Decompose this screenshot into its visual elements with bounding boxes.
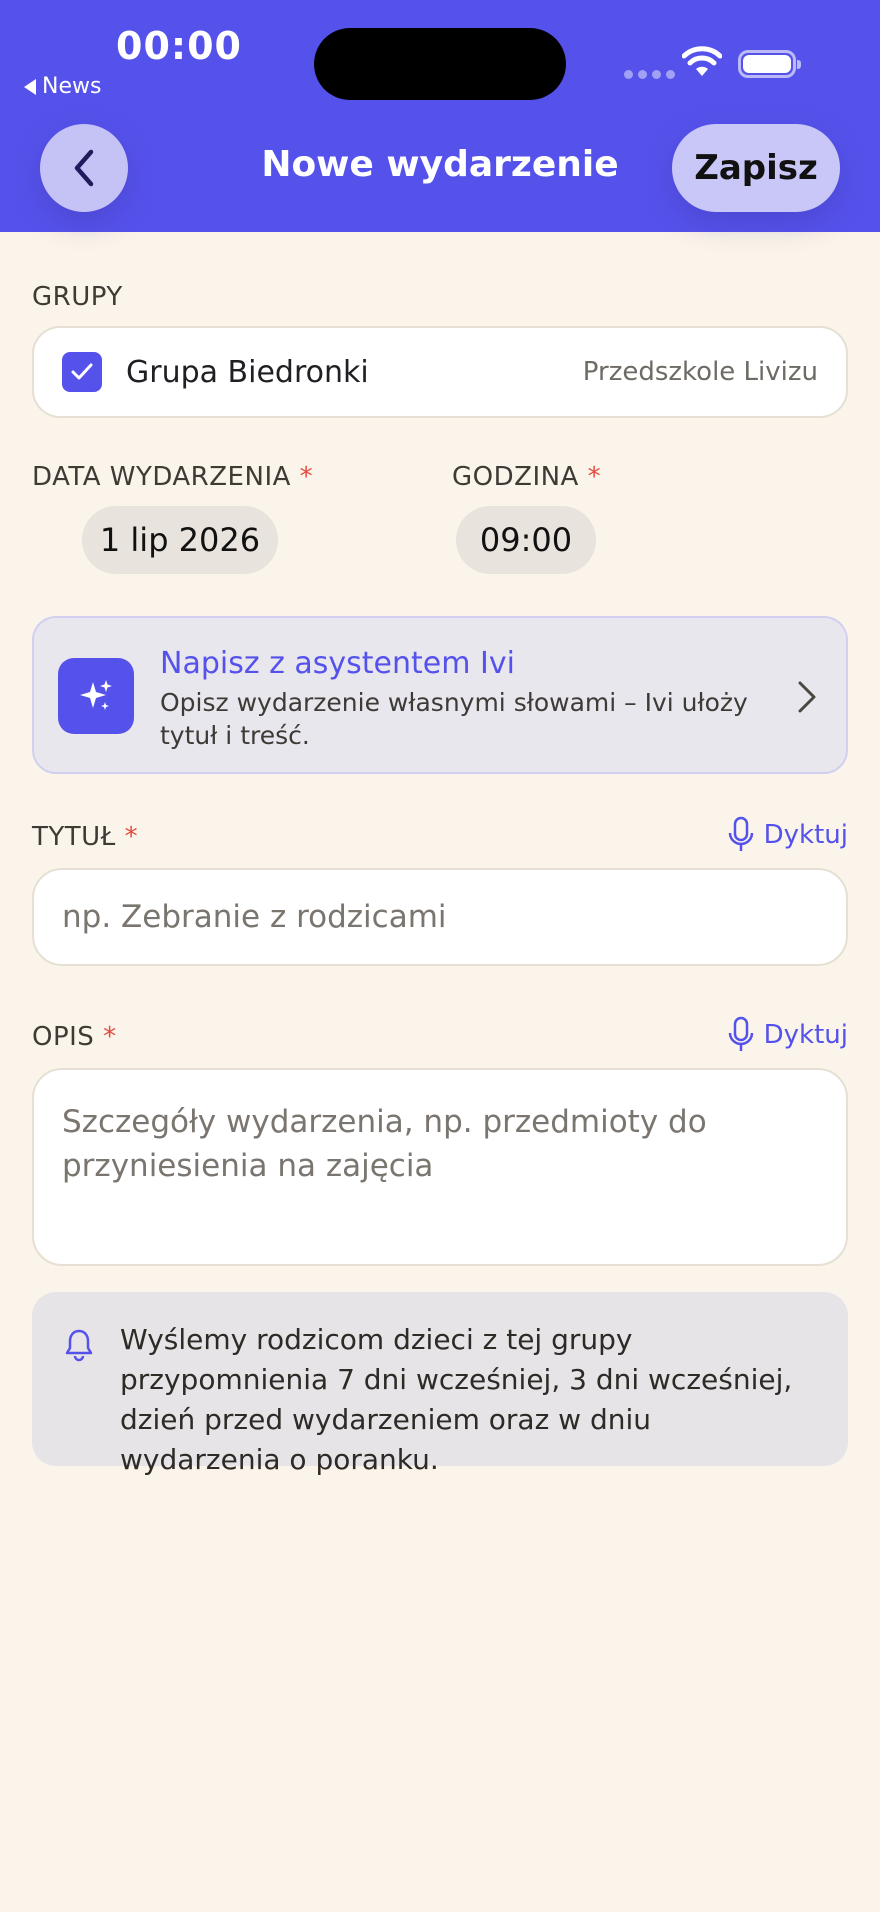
assistant-card[interactable]: Napisz z asystentem Ivi Opisz wydarzenie… (32, 616, 848, 774)
dictate-label: Dyktuj (763, 1020, 848, 1050)
assistant-title: Napisz z asystentem Ivi (160, 646, 515, 681)
required-marker: * (103, 1022, 117, 1052)
required-marker: * (587, 462, 602, 492)
reminder-info-card: Wyślemy rodzicom dzieci z tej grupy przy… (32, 1292, 848, 1476)
description-textarea[interactable]: Szczegóły wydarzenia, np. przedmioty do … (32, 1068, 848, 1266)
reminder-info-text: Wyślemy rodzicom dzieci z tej grupy przy… (120, 1323, 793, 1476)
microphone-icon (728, 816, 753, 851)
back-triangle-icon (24, 78, 36, 95)
app-header: 00:00 News Nowe wydarzenie Zapisz (0, 0, 880, 232)
status-time: 00:00 (116, 24, 242, 68)
date-label: DATA WYDARZENIA * (32, 462, 313, 492)
dictate-label: Dyktuj (763, 820, 848, 850)
status-back-label: News (42, 74, 102, 99)
description-label-text: OPIS (32, 1022, 95, 1052)
description-label: OPIS * (32, 1022, 117, 1052)
date-picker[interactable]: 1 lip 2026 (82, 506, 278, 574)
sparkles-icon (58, 658, 134, 734)
time-picker[interactable]: 09:00 (456, 506, 596, 574)
title-label-text: TYTUŁ (32, 822, 116, 852)
group-school: Przedszkole Livizu (582, 357, 818, 387)
checkmark-icon (71, 363, 93, 380)
groups-label: GRUPY (32, 282, 123, 312)
dynamic-island (314, 28, 566, 100)
wifi-icon (682, 46, 722, 76)
status-back-link[interactable]: News (24, 74, 101, 99)
description-dictate-button[interactable]: Dyktuj (728, 1016, 848, 1054)
time-label-text: GODZINA (452, 462, 579, 492)
title-label: TYTUŁ * (32, 822, 138, 852)
required-marker: * (299, 462, 314, 492)
title-placeholder: np. Zebranie z rodzicami (62, 899, 447, 935)
required-marker: * (124, 822, 139, 852)
battery-icon (738, 50, 801, 78)
date-label-text: DATA WYDARZENIA (32, 462, 291, 492)
group-checkbox[interactable] (62, 352, 102, 392)
microphone-icon (728, 1016, 753, 1051)
cellular-signal-icon (624, 70, 675, 79)
bell-icon (65, 1329, 93, 1362)
title-dictate-button[interactable]: Dyktuj (728, 816, 848, 854)
description-placeholder: Szczegóły wydarzenia, np. przedmioty do … (62, 1104, 707, 1184)
chevron-right-icon (798, 681, 816, 713)
save-button[interactable]: Zapisz (672, 124, 840, 212)
group-item[interactable]: Grupa Biedronki Przedszkole Livizu (32, 326, 848, 418)
time-label: GODZINA * (452, 462, 601, 492)
title-input[interactable]: np. Zebranie z rodzicami (32, 868, 848, 966)
assistant-description: Opisz wydarzenie własnymi słowami – Ivi … (160, 688, 748, 750)
group-name: Grupa Biedronki (126, 354, 369, 390)
